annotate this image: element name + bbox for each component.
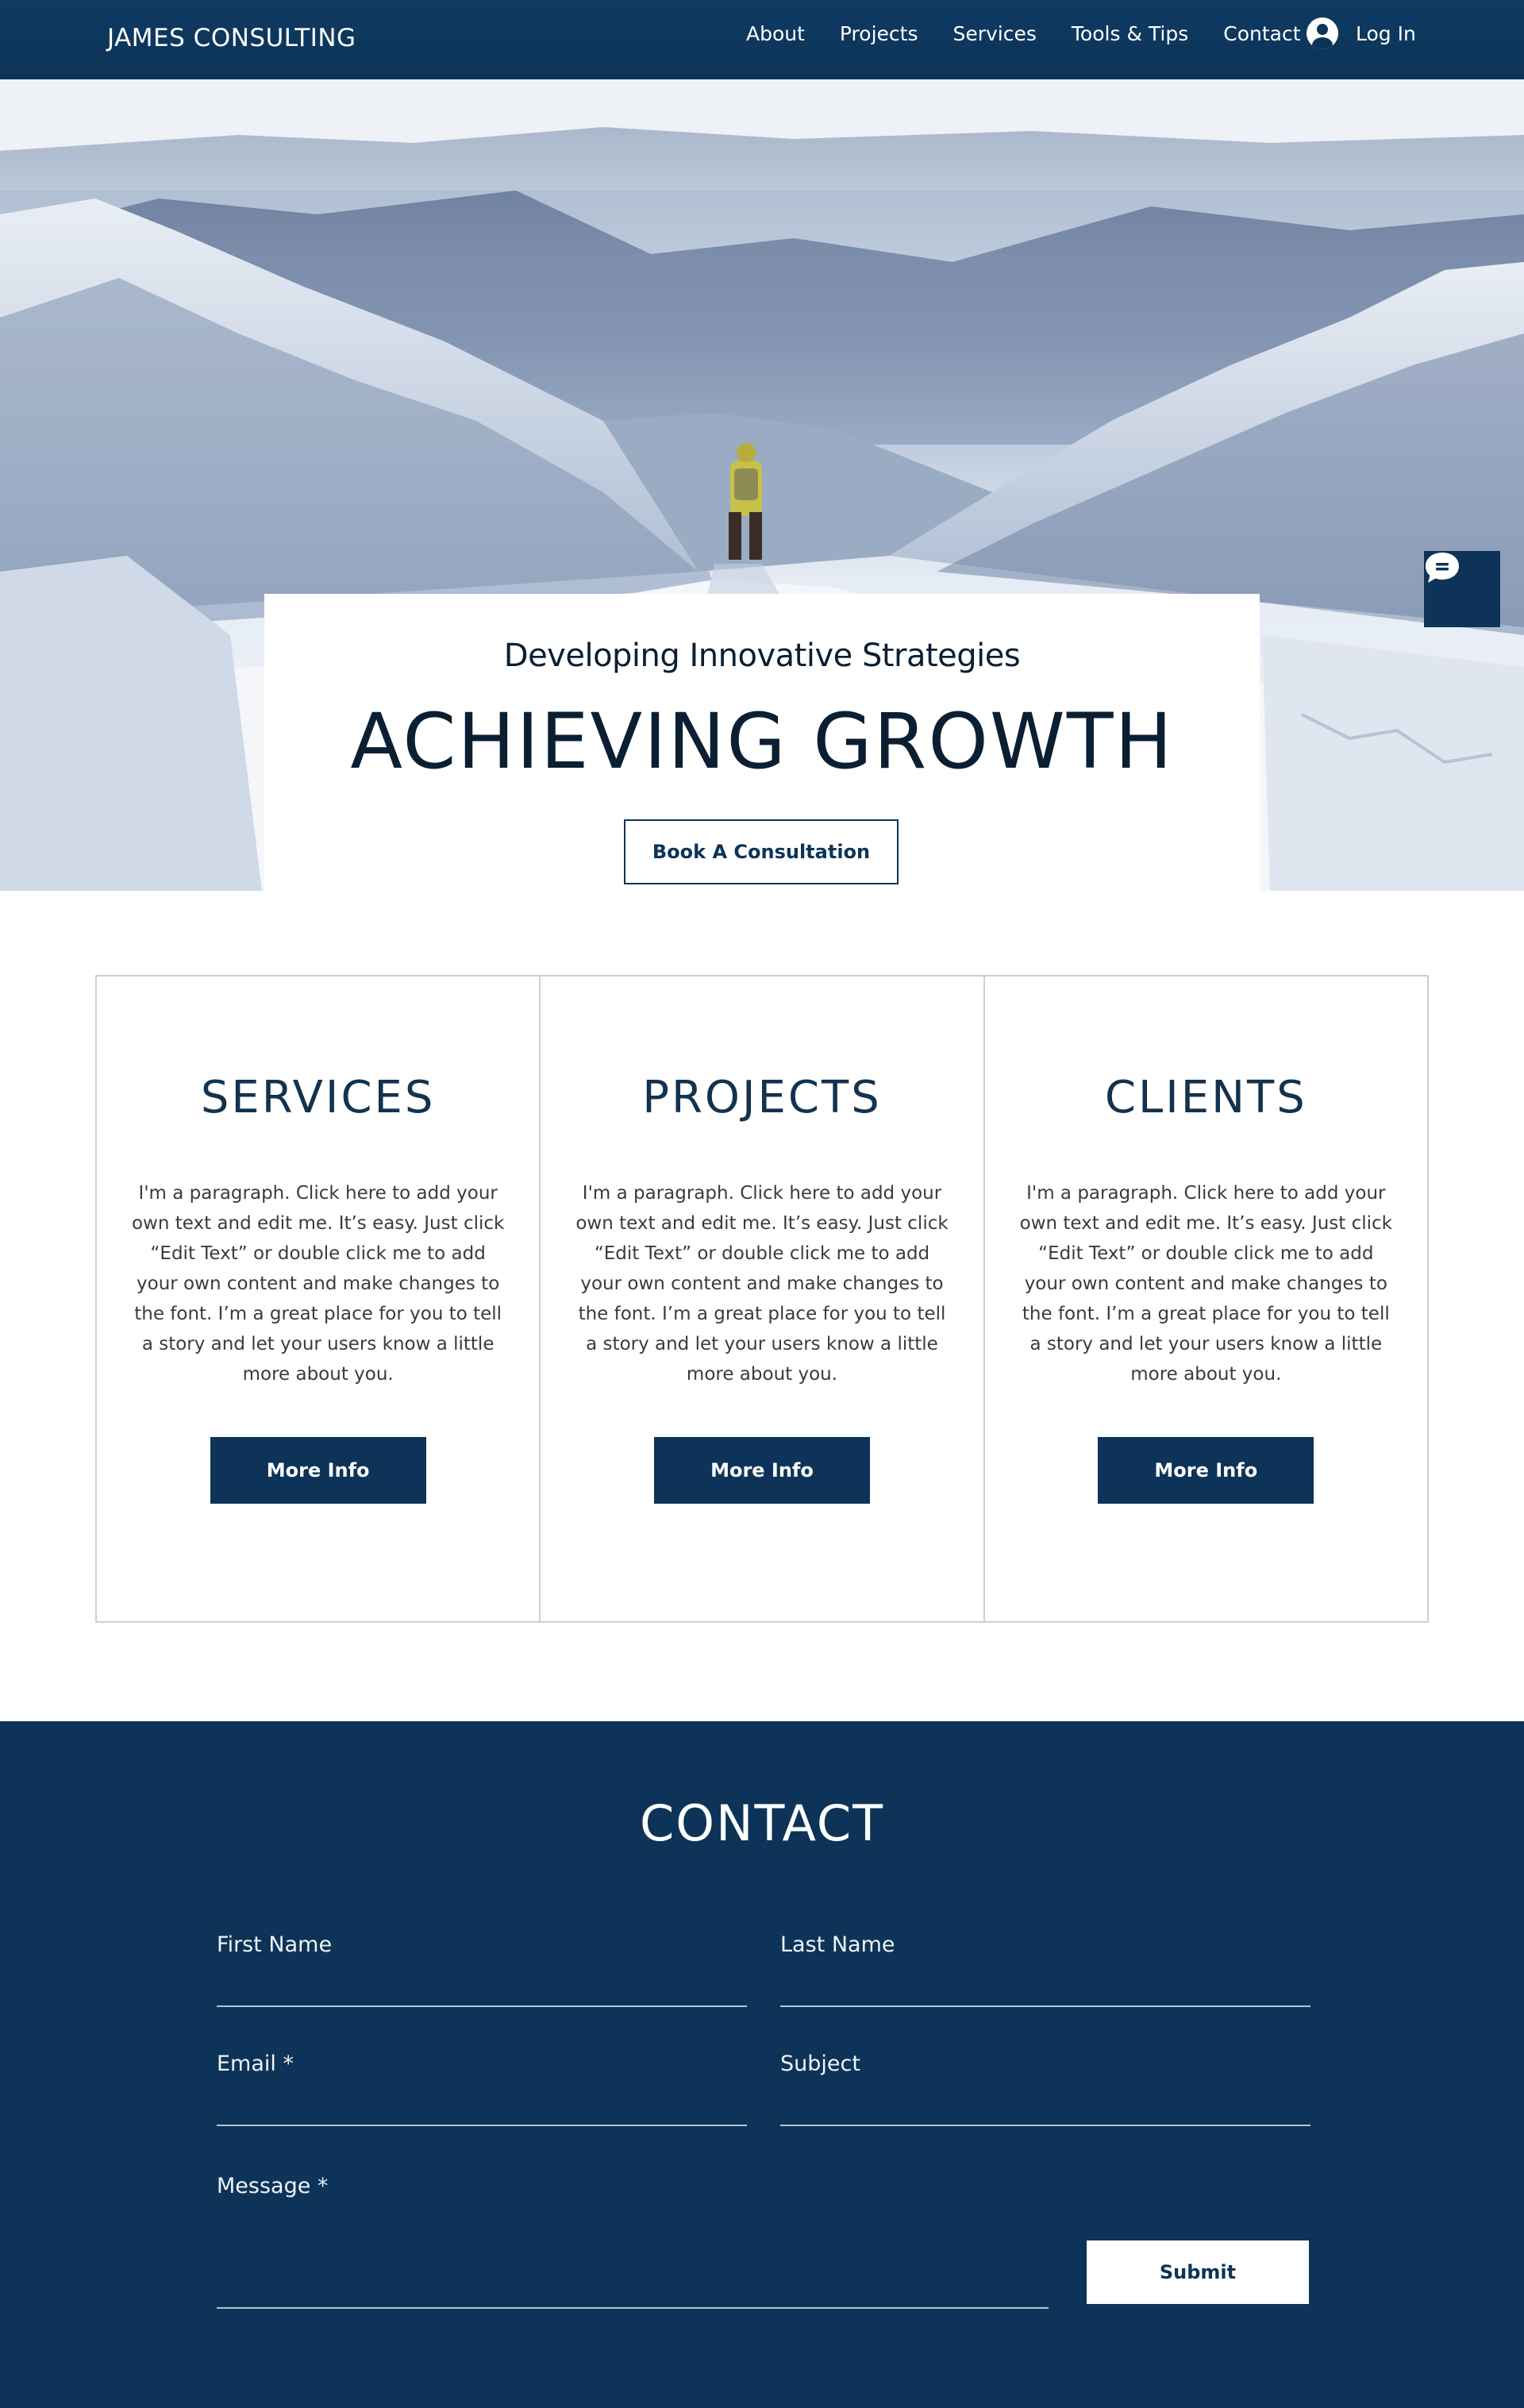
main-nav: About Projects Services Tools & Tips Con… — [746, 22, 1336, 45]
nav-about[interactable]: About — [746, 22, 805, 45]
feature-text: I'm a paragraph. Click here to add your … — [131, 1183, 505, 1385]
login-label: Log In — [1356, 21, 1416, 45]
feature-projects: PROJECTS I'm a paragraph. Click here to … — [541, 977, 985, 1621]
first-name-input[interactable] — [217, 1971, 747, 2002]
message-input[interactable] — [217, 2272, 1049, 2304]
more-info-button[interactable]: More Info — [653, 1437, 870, 1504]
last-name-label: Last Name — [780, 1932, 895, 1957]
subject-field[interactable]: Subject — [780, 2052, 1310, 2126]
contact-title: CONTACT — [639, 1794, 884, 1852]
user-avatar-icon — [1307, 17, 1338, 49]
message-field[interactable]: Message * — [217, 2174, 1049, 2309]
email-input[interactable] — [217, 2090, 747, 2121]
hero-subtitle: Developing Innovative Strategies — [503, 638, 1021, 674]
login-button[interactable]: Log In — [1307, 17, 1416, 49]
nav-services[interactable]: Services — [952, 22, 1036, 45]
feature-text: I'm a paragraph. Click here to add your … — [575, 1183, 949, 1385]
feature-title: PROJECTS — [642, 1072, 882, 1123]
last-name-input[interactable] — [780, 1971, 1310, 2002]
nav-tools-tips[interactable]: Tools & Tips — [1072, 22, 1188, 45]
brand-logo-text[interactable]: JAMES CONSULTING — [107, 24, 356, 52]
hero-title: ACHIEVING GROWTH — [350, 697, 1174, 786]
first-name-label: First Name — [217, 1932, 333, 1957]
features-grid: SERVICES I'm a paragraph. Click here to … — [95, 975, 1429, 1623]
book-consultation-button[interactable]: Book A Consultation — [624, 819, 899, 884]
contact-section: CONTACT First Name Last Name Email * Sub… — [0, 1721, 1524, 2408]
site-header: JAMES CONSULTING About Projects Services… — [0, 0, 1524, 79]
more-info-button[interactable]: More Info — [1098, 1437, 1314, 1504]
hero-card: Developing Innovative Strategies ACHIEVI… — [264, 594, 1260, 891]
email-field[interactable]: Email * — [217, 2052, 747, 2126]
last-name-field[interactable]: Last Name — [780, 1932, 1310, 2007]
feature-clients: CLIENTS I'm a paragraph. Click here to a… — [985, 977, 1427, 1621]
subject-label: Subject — [780, 2052, 860, 2076]
first-name-field[interactable]: First Name — [217, 1932, 747, 2007]
submit-button[interactable]: Submit — [1087, 2240, 1309, 2304]
email-label: Email * — [217, 2052, 294, 2076]
chat-button[interactable] — [1424, 551, 1500, 627]
feature-title: SERVICES — [200, 1072, 436, 1123]
nav-contact[interactable]: Contact — [1223, 22, 1300, 45]
chat-bubble-icon — [1426, 553, 1459, 583]
feature-services: SERVICES I'm a paragraph. Click here to … — [97, 977, 541, 1621]
nav-projects[interactable]: Projects — [840, 22, 918, 45]
more-info-button[interactable]: More Info — [210, 1437, 426, 1504]
message-label: Message * — [217, 2174, 329, 2198]
feature-title: CLIENTS — [1104, 1072, 1307, 1123]
subject-input[interactable] — [780, 2090, 1310, 2121]
feature-text: I'm a paragraph. Click here to add your … — [1019, 1183, 1392, 1385]
